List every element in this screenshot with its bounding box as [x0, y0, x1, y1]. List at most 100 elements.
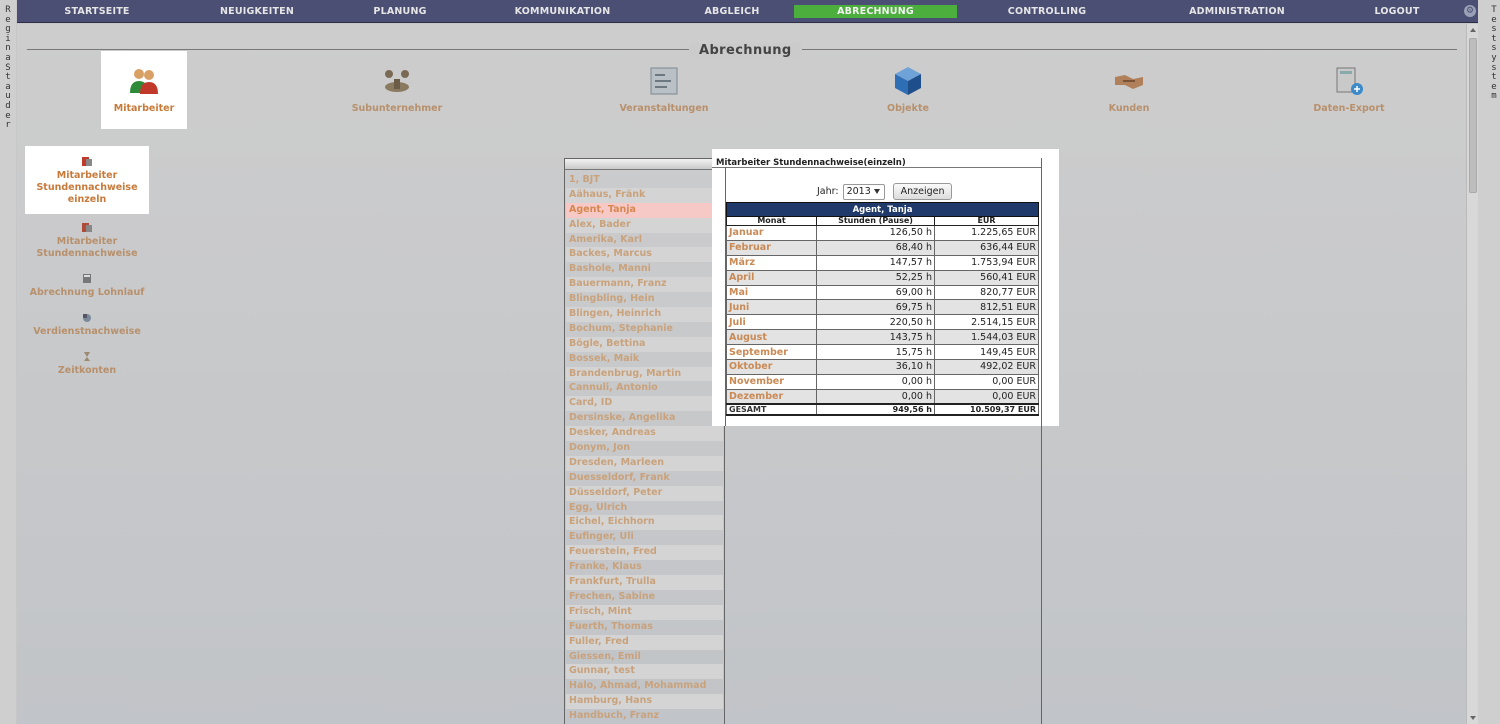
subcontractor-icon [385, 70, 409, 92]
category-label: Objekte [887, 103, 929, 114]
employee-list-item[interactable]: Aähaus, Fränk [566, 187, 723, 203]
month-link[interactable]: Oktober [726, 359, 817, 375]
employee-list-item[interactable]: Bashole, Manni [566, 262, 723, 277]
settings-icon[interactable]: ⚙ [1464, 5, 1476, 17]
employee-list-item[interactable]: Dresden, Marleen [566, 455, 723, 471]
employee-list-item[interactable]: Hamburg, Hans [566, 694, 723, 710]
employee-list-item[interactable]: Düsseldorf, Peter [566, 485, 723, 501]
employee-list-item[interactable]: Backes, Marcus [566, 247, 723, 263]
employee-list-item[interactable]: Fuerth, Thomas [566, 620, 723, 635]
month-link[interactable]: April [726, 269, 817, 286]
employee-list-item[interactable]: Egg, Ulrich [566, 501, 723, 516]
scroll-thumb[interactable] [1469, 38, 1477, 193]
employee-list-item[interactable]: Handbuch, Franz [566, 709, 723, 724]
employee-list-item[interactable]: Dersinske, Angelika [566, 411, 723, 426]
hours-cell: 126,50 h [816, 225, 935, 241]
employee-list-item[interactable]: Frechen, Sabine [566, 590, 723, 605]
employee-list-item[interactable]: Duesseldorf, Frank [566, 471, 723, 486]
category-objekte[interactable]: Objekte [865, 51, 951, 129]
employee-list-item[interactable]: Frisch, Mint [566, 604, 723, 620]
employee-list-item[interactable]: Bauermann, Franz [566, 277, 723, 293]
total-eur: 10.509,37 EUR [934, 403, 1039, 417]
employee-list-item[interactable]: Feuerstein, Fred [566, 545, 723, 561]
category-subunternehmer[interactable]: Subunternehmer [352, 51, 442, 129]
nav-startseite[interactable]: STARTSEITE [37, 0, 157, 23]
nav-planung[interactable]: PLANUNG [340, 0, 460, 23]
hours-cell: 0,00 h [816, 373, 935, 390]
employee-list-item-selected[interactable]: Agent, Tanja [566, 202, 723, 218]
hours-cell: 68,40 h [816, 239, 935, 256]
year-select[interactable]: 2013 [842, 183, 885, 200]
nav-administration[interactable]: ADMINISTRATION [1167, 0, 1307, 23]
employee-list-item[interactable]: Bögle, Bettina [566, 336, 723, 352]
eur-cell: 2.514,15 EUR [934, 314, 1039, 331]
scroll-up-icon[interactable] [1470, 28, 1476, 32]
employee-list-item[interactable]: Desker, Andreas [566, 426, 723, 442]
employee-list-item[interactable]: Eichel, Eichhorn [566, 515, 723, 531]
employee-list-item[interactable]: Bochum, Stephanie [566, 322, 723, 337]
category-daten-export[interactable]: Daten-Export [1306, 51, 1392, 129]
month-link[interactable]: September [726, 344, 817, 361]
employee-list-item[interactable]: Brandenbrug, Martin [566, 366, 723, 382]
user-name-vertical: Regina Stauder [1, 5, 15, 131]
scroll-down-icon[interactable] [1470, 716, 1476, 720]
timesheet-detail: Mitarbeiter Stundennachweise(einzeln) Ja… [712, 149, 1059, 426]
nav-kommunikation[interactable]: KOMMUNIKATION [495, 0, 630, 23]
show-button[interactable]: Anzeigen [892, 183, 953, 200]
hours-cell: 69,75 h [816, 299, 935, 316]
year-filter: Jahr: 2013 Anzeigen [817, 183, 953, 200]
month-link[interactable]: November [726, 373, 817, 390]
nav-logout[interactable]: LOGOUT [1357, 0, 1437, 23]
table-row: Januar 126,50 h 1.225,65 EUR [726, 225, 1039, 241]
nav-neuigkeiten[interactable]: NEUIGKEITEN [197, 0, 317, 23]
eur-cell: 0,00 EUR [934, 373, 1039, 390]
submenu-verdienstnachweise[interactable]: Verdienstnachweise [25, 312, 149, 338]
system-name-vertical: Testsystem [1487, 5, 1500, 102]
submenu-stundennachweise[interactable]: Mitarbeiter Stundennachweise [25, 222, 149, 260]
eur-cell: 0,00 EUR [934, 388, 1039, 405]
submenu-stundennachweise-einzeln[interactable]: Mitarbeiter Stundennachweise einzeln [25, 146, 149, 214]
eur-cell: 636,44 EUR [934, 239, 1039, 256]
employee-list-item[interactable]: Bossek, Maik [566, 352, 723, 367]
nav-controlling[interactable]: CONTROLLING [987, 0, 1107, 23]
month-link[interactable]: Januar [726, 225, 817, 241]
month-link[interactable]: Juli [726, 314, 817, 331]
category-kunden[interactable]: Kunden [1086, 51, 1172, 129]
month-link[interactable]: August [726, 329, 817, 346]
employee-list-item[interactable]: Giessen, Emil [566, 650, 723, 665]
submenu-label-line: Mitarbeiter [56, 236, 118, 247]
submenu-abrechnung-lohnlauf[interactable]: Abrechnung Lohnlauf [25, 273, 149, 299]
employee-list-item[interactable]: Frankfurt, Trulla [566, 575, 723, 590]
category-mitarbeiter[interactable]: Mitarbeiter [101, 51, 187, 129]
employee-list-item[interactable]: Eufinger, Uli [566, 530, 723, 545]
table-row: Juni 69,75 h 812,51 EUR [726, 299, 1039, 316]
nav-abgleich[interactable]: ABGLEICH [677, 0, 787, 23]
handshake-icon [1115, 75, 1143, 89]
employee-list-item[interactable]: Cannuli, Antonio [566, 381, 723, 396]
employee-list-item[interactable]: Card, ID [566, 396, 723, 412]
submenu-zeitkonten[interactable]: Zeitkonten [25, 351, 149, 377]
month-link[interactable]: Februar [726, 239, 817, 256]
employee-list-item[interactable]: Amerika, Karl [566, 233, 723, 248]
month-link[interactable]: Mai [726, 284, 817, 301]
vertical-scrollbar[interactable] [1466, 24, 1478, 724]
nav-abrechnung[interactable]: ABRECHNUNG [794, 5, 957, 18]
employee-list-item[interactable]: Gunnar, test [566, 664, 723, 680]
employee-list-item[interactable]: Fuller, Fred [566, 634, 723, 650]
table-row: Juli 220,50 h 2.514,15 EUR [726, 314, 1039, 331]
employee-list-item[interactable]: Alex, Bader [566, 217, 723, 233]
employee-list-item[interactable]: Blingbling, Hein [566, 292, 723, 307]
employee-list-item[interactable]: Blingen, Heinrich [566, 307, 723, 322]
employee-list-item[interactable]: Donym, Jon [566, 441, 723, 456]
submenu-label-line: Verdienstnachweise [33, 326, 141, 337]
month-link[interactable]: März [726, 254, 817, 271]
table-row: November 0,00 h 0,00 EUR [726, 373, 1039, 390]
employee-list-item[interactable]: Franke, Klaus [566, 560, 723, 575]
month-link[interactable]: Dezember [726, 388, 817, 405]
submenu-label-line: Stundennachweise [36, 248, 138, 259]
employee-list-item[interactable]: Halo, Ahmad, Mohammad [566, 679, 723, 694]
month-link[interactable]: Juni [726, 299, 817, 316]
employee-list-item[interactable]: 1, BJT [566, 173, 723, 188]
submenu-label-line: einzeln [67, 194, 107, 205]
category-veranstaltungen[interactable]: Veranstaltungen [619, 51, 709, 129]
